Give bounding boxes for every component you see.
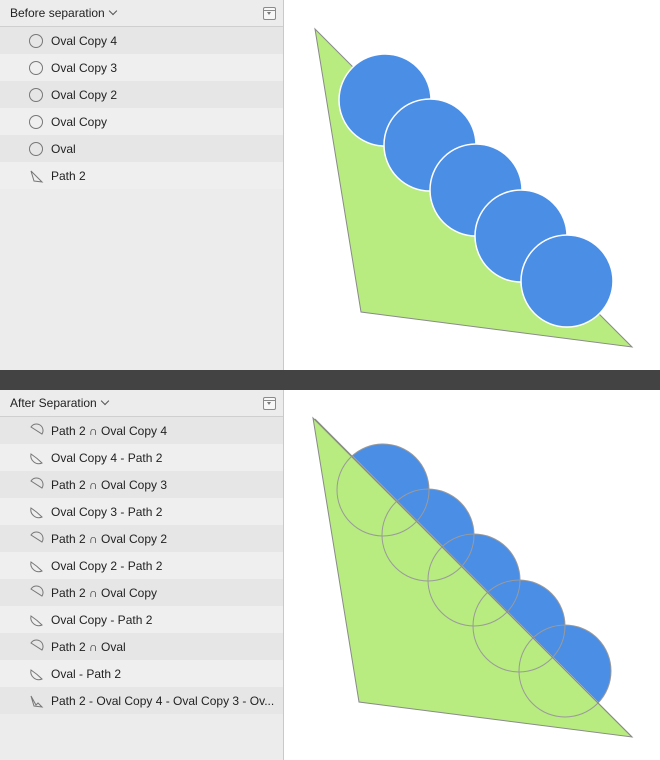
layer-name: Oval Copy	[51, 115, 108, 129]
path-icon	[30, 170, 44, 183]
layer-name: Path 2 ∩ Oval Copy 4	[51, 424, 168, 438]
chevron-down-icon	[108, 6, 117, 16]
intersect-shape-icon	[30, 639, 44, 651]
layer-name: Path 2 ∩ Oval Copy 3	[51, 478, 168, 492]
sidebar-title-text: Before separation	[10, 6, 105, 20]
canvas-artwork-after	[312, 416, 634, 738]
layer-name: Path 2 ∩ Oval Copy	[51, 586, 158, 600]
subtract-shape-icon	[30, 561, 43, 573]
layer-name: Oval Copy 3 - Path 2	[51, 505, 163, 519]
layer-row[interactable]: Oval Copy 3	[0, 54, 283, 81]
layer-name: Oval Copy 4 - Path 2	[51, 451, 163, 465]
path-icon	[30, 695, 44, 708]
sidebar-title[interactable]: After Separation	[10, 396, 109, 410]
layer-name: Oval Copy 2	[51, 88, 118, 102]
oval-icon	[29, 34, 43, 48]
layer-row[interactable]: Oval Copy 4	[0, 27, 283, 54]
layers-sidebar-after: After Separation Path 2 ∩ Oval Copy 4 Ov…	[0, 390, 284, 760]
layer-row[interactable]: Oval Copy 3 - Path 2	[0, 498, 283, 525]
subtract-shape-icon	[30, 507, 43, 519]
panel-separator	[0, 370, 660, 390]
sidebar-header-before[interactable]: Before separation	[0, 0, 283, 27]
layer-row[interactable]: Path 2 - Oval Copy 4 - Oval Copy 3 - Ov.…	[0, 687, 283, 714]
collapse-panel-icon[interactable]	[263, 397, 276, 410]
canvas-before[interactable]	[284, 0, 660, 370]
layer-row[interactable]: Oval Copy	[0, 108, 283, 135]
layer-row[interactable]: Path 2 ∩ Oval Copy 3	[0, 471, 283, 498]
layer-row[interactable]: Oval Copy - Path 2	[0, 606, 283, 633]
layer-name: Path 2	[51, 169, 86, 183]
oval-icon	[29, 142, 43, 156]
panel-before-separation: Before separation Oval Copy 4 Oval Copy …	[0, 0, 660, 370]
layer-row[interactable]: Oval	[0, 135, 283, 162]
layer-name: Path 2 - Oval Copy 4 - Oval Copy 3 - Ov.…	[51, 694, 275, 708]
intersect-shape-icon	[30, 531, 44, 543]
layer-row[interactable]: Oval - Path 2	[0, 660, 283, 687]
chevron-down-icon	[100, 396, 109, 406]
subtract-shape-icon	[30, 669, 43, 681]
layer-name: Oval Copy 4	[51, 34, 118, 48]
oval-icon	[29, 115, 43, 129]
layer-row[interactable]: Path 2	[0, 162, 283, 189]
layer-name: Oval - Path 2	[51, 667, 122, 681]
layer-row[interactable]: Path 2 ∩ Oval	[0, 633, 283, 660]
sidebar-title-text: After Separation	[10, 396, 97, 410]
oval-icon	[29, 88, 43, 102]
intersect-shape-icon	[30, 423, 44, 435]
collapse-panel-icon[interactable]	[263, 7, 276, 20]
sidebar-title[interactable]: Before separation	[10, 6, 117, 20]
layer-row[interactable]: Path 2 ∩ Oval Copy	[0, 579, 283, 606]
layer-name: Oval Copy - Path 2	[51, 613, 153, 627]
layer-row[interactable]: Oval Copy 2 - Path 2	[0, 552, 283, 579]
panel-after-separation: After Separation Path 2 ∩ Oval Copy 4 Ov…	[0, 390, 660, 760]
layer-row[interactable]: Oval Copy 2	[0, 81, 283, 108]
oval-icon	[29, 61, 43, 75]
layer-name: Oval Copy 3	[51, 61, 118, 75]
intersect-shape-icon	[30, 477, 44, 489]
intersect-shape-icon	[30, 585, 44, 597]
layer-name: Oval	[51, 142, 76, 156]
layer-row[interactable]: Oval Copy 4 - Path 2	[0, 444, 283, 471]
layer-name: Oval Copy 2 - Path 2	[51, 559, 163, 573]
canvas-artwork-before	[314, 27, 634, 348]
layer-list-after: Path 2 ∩ Oval Copy 4 Oval Copy 4 - Path …	[0, 417, 283, 714]
layer-row[interactable]: Path 2 ∩ Oval Copy 4	[0, 417, 283, 444]
layer-name: Path 2 ∩ Oval	[51, 640, 126, 654]
subtract-shape-icon	[30, 615, 43, 627]
subtract-shape-icon	[30, 453, 43, 465]
canvas-after[interactable]	[284, 390, 660, 760]
layer-name: Path 2 ∩ Oval Copy 2	[51, 532, 168, 546]
layers-sidebar-before: Before separation Oval Copy 4 Oval Copy …	[0, 0, 284, 370]
layer-list-before: Oval Copy 4 Oval Copy 3 Oval Copy 2 Oval…	[0, 27, 283, 189]
sidebar-header-after[interactable]: After Separation	[0, 390, 283, 417]
oval-shape[interactable]	[520, 234, 614, 328]
layer-row[interactable]: Path 2 ∩ Oval Copy 2	[0, 525, 283, 552]
